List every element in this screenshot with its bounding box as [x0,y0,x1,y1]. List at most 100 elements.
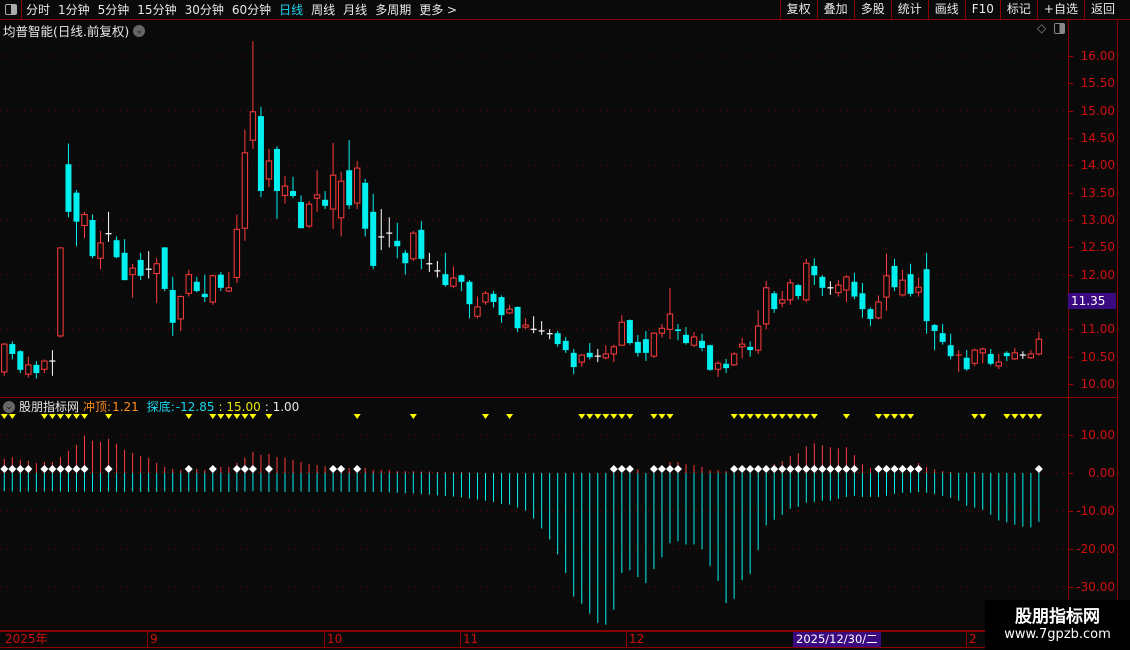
indicator-chart[interactable] [0,0,1068,630]
diamond-signal [40,465,49,473]
diamond-signal [665,465,674,473]
diamond-signal [834,465,843,473]
axis-tick [1069,274,1073,276]
diamond-signal [609,465,618,473]
triangle-signal [48,414,56,419]
triangle-signal [1011,414,1019,419]
diamond-signal [1034,465,1043,473]
diamond-signal [786,465,795,473]
triangle-signal [105,414,113,419]
triangle-signal [241,414,249,419]
diamond-signal [56,465,65,473]
price-label: 11.00 [1080,322,1115,337]
triangle-signal [618,414,626,419]
axis-tick [1069,435,1073,436]
triangle-signal [979,414,987,419]
diamond-signal [64,465,73,473]
triangle-signal [658,414,666,419]
diamond-signal [72,465,81,473]
triangle-signal [353,414,361,419]
triangle-signal [265,414,273,419]
diamond-signal [48,465,57,473]
triangle-signal [1027,414,1035,419]
axis-tick [1069,247,1073,249]
axis-tick [1069,549,1073,550]
diamond-signal [104,465,113,473]
indicator-axis-label: 10.00 [1080,428,1115,442]
diamond-signal [248,465,257,473]
triangle-signal [971,414,979,419]
diamond-signal [794,465,803,473]
indicator-axis-label: -30.00 [1076,580,1115,594]
price-label: 12.00 [1080,267,1115,282]
triangle-signal [225,414,233,419]
diamond-signal [778,465,787,473]
triangle-signal [907,414,915,419]
indicator-axis-label: -10.00 [1076,504,1115,518]
diamond-signal [16,465,25,473]
axis-tick [1069,138,1073,139]
diamond-signal [8,465,17,473]
price-label: 14.50 [1080,131,1115,145]
diamond-signal [906,465,915,473]
triangle-signal [778,414,786,419]
price-label: 10.50 [1080,349,1115,364]
triangle-signal [506,414,514,419]
price-label: 13.00 [1080,213,1115,227]
diamond-signal [208,465,217,473]
triangle-signal [810,414,818,419]
price-label: 13.50 [1080,185,1115,200]
diamond-signal [738,465,747,473]
triangle-signal [81,414,88,419]
date-label: 11 [460,632,478,647]
diamond-signal [850,465,859,473]
watermark-name: 股朋指标网 [1015,607,1100,627]
diamond-signal [810,465,819,473]
diamond-signal [625,465,634,473]
triangle-signal [594,414,602,419]
diamond-signal [240,465,249,473]
diamond-signal [657,465,666,473]
diamond-signal [80,465,89,473]
triangle-signal [602,414,610,419]
date-cursor-label: 2025/12/30/二 [793,632,881,647]
triangle-signal [786,414,794,419]
triangle-signal [482,414,489,419]
diamond-signal [754,465,763,473]
price-label: 15.00 [1080,103,1115,118]
diamond-signal [874,465,883,473]
diamond-signal [818,465,827,473]
diamond-signal [802,465,811,473]
diamond-signal [353,465,362,473]
toolbar-button[interactable]: 返回 [1083,0,1121,19]
axis-tick [1069,473,1073,474]
triangle-signal [891,414,899,419]
triangle-signal [874,414,882,419]
axis-tick [1069,192,1073,194]
triangle-signal [249,414,257,419]
last-price-tag: 11.35 [1068,293,1116,309]
diamond-signal [762,465,771,473]
triangle-signal [1019,414,1027,419]
axis-tick [1069,384,1073,386]
date-label: 2 [966,632,977,647]
triangle-signal [802,414,810,419]
date-label: 10 [324,632,342,647]
date-label: 9 [147,632,158,647]
axis-tick [1069,56,1073,57]
triangle-signal [738,414,746,419]
diamond-signal [673,465,682,473]
triangle-signal [0,414,8,419]
diamond-signal [329,465,338,473]
triangle-signal [185,414,193,419]
triangle-signal [883,414,890,419]
triangle-signal [899,414,907,419]
axis-tick [1069,329,1073,331]
indicator-axis: 10.00 0.00 -10.00 -20.00 -30.00 [1068,398,1118,630]
diamond-signal [24,465,33,473]
price-label: 10.00 [1080,377,1115,392]
diamond-signal [898,465,907,473]
diamond-signal [730,465,739,473]
triangle-signal [209,414,217,419]
axis-tick [1069,165,1073,167]
